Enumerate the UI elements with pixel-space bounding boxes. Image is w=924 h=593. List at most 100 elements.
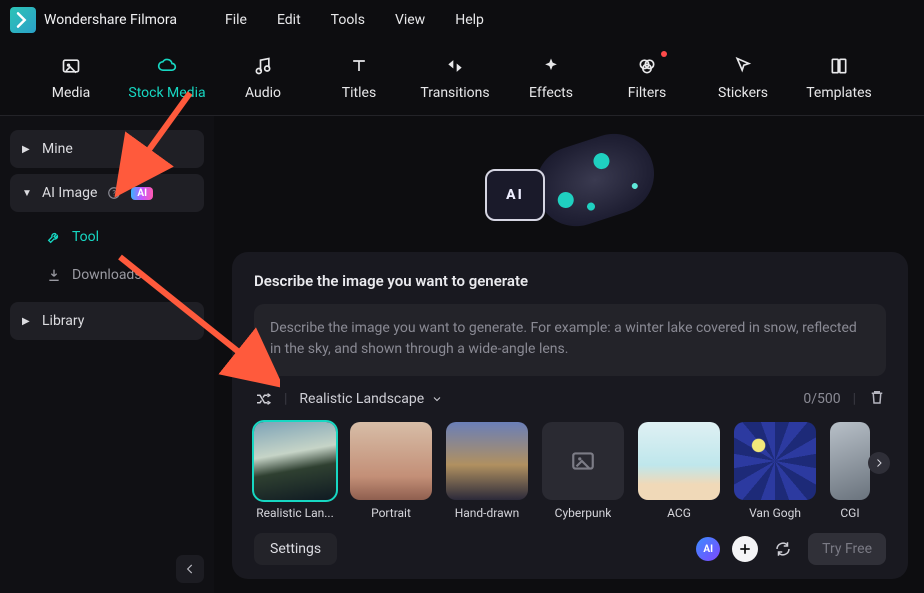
- tab-label: Media: [52, 85, 91, 101]
- tab-transitions[interactable]: Transitions: [414, 55, 496, 101]
- style-thumb: [446, 422, 528, 500]
- style-card-acg[interactable]: ACG: [638, 422, 720, 520]
- sidebar-sub-tool[interactable]: Tool: [10, 218, 204, 256]
- tab-stock-media[interactable]: Stock Media: [126, 55, 208, 101]
- chevron-right-icon: [873, 457, 885, 469]
- refresh-button[interactable]: [770, 536, 796, 562]
- filters-icon: [637, 56, 657, 76]
- style-label: Portrait: [371, 506, 411, 520]
- menu-help[interactable]: Help: [455, 12, 484, 28]
- sidebar-item-label: AI Image: [42, 185, 97, 201]
- tab-stickers[interactable]: Stickers: [702, 55, 784, 101]
- next-styles-button[interactable]: [868, 452, 890, 474]
- menu-file[interactable]: File: [225, 12, 247, 28]
- style-label: Hand-drawn: [455, 506, 520, 520]
- tab-audio[interactable]: Audio: [222, 55, 304, 101]
- menu-edit[interactable]: Edit: [277, 12, 301, 28]
- sidebar-sub-label: Downloads: [72, 267, 142, 283]
- menu-tools[interactable]: Tools: [331, 12, 365, 28]
- style-label: Cyberpunk: [555, 506, 612, 520]
- tab-label: Stickers: [718, 85, 768, 101]
- ai-chip-button[interactable]: AI: [696, 537, 720, 561]
- style-card-cgi[interactable]: CGI: [830, 422, 870, 520]
- tab-titles[interactable]: Titles: [318, 55, 400, 101]
- svg-text:?: ?: [113, 189, 117, 197]
- menubar: File Edit Tools View Help: [225, 12, 484, 28]
- settings-button[interactable]: Settings: [254, 533, 337, 565]
- style-card-hand-drawn[interactable]: Hand-drawn: [446, 422, 528, 520]
- style-selected-label: Realistic Landscape: [299, 391, 424, 407]
- tab-media[interactable]: Media: [30, 55, 112, 101]
- style-label: Realistic Lan...: [256, 506, 334, 520]
- style-row: | Realistic Landscape 0/500 |: [254, 388, 886, 410]
- music-note-icon: [253, 56, 273, 76]
- char-counter: 0/500: [803, 391, 840, 407]
- tab-templates[interactable]: Templates: [798, 55, 880, 101]
- ai-palette-graphic: AI: [485, 135, 655, 245]
- tab-label: Effects: [529, 85, 573, 101]
- tab-label: Filters: [628, 85, 667, 101]
- app-logo-icon: [10, 7, 36, 33]
- templates-icon: [829, 56, 849, 76]
- divider: |: [853, 391, 856, 407]
- sidebar-sub-label: Tool: [72, 229, 99, 245]
- sidebar-item-library[interactable]: ▶ Library: [10, 302, 204, 340]
- sidebar: ▶ Mine ▼ AI Image ? AI Tool Downloads ▶ …: [0, 116, 214, 593]
- tab-label: Templates: [806, 85, 872, 101]
- cloud-icon: [157, 56, 177, 76]
- style-thumb: [350, 422, 432, 500]
- ai-badge: AI: [131, 187, 153, 200]
- style-label: Van Gogh: [749, 506, 801, 520]
- panel-bottom-row: Settings AI Try Free: [254, 533, 886, 565]
- chevron-right-icon: ▶: [22, 144, 32, 155]
- menu-view[interactable]: View: [395, 12, 425, 28]
- shuffle-icon[interactable]: [254, 390, 272, 408]
- palette-icon: [526, 123, 665, 236]
- notification-dot-icon: [661, 51, 667, 57]
- cursor-icon: [733, 56, 753, 76]
- media-icon: [61, 56, 81, 76]
- app-name: Wondershare Filmora: [44, 12, 177, 28]
- divider: |: [284, 391, 287, 407]
- generate-panel: Describe the image you want to generate …: [232, 252, 908, 579]
- style-card-realistic-landscape[interactable]: Realistic Lan...: [254, 422, 336, 520]
- tab-effects[interactable]: Effects: [510, 55, 592, 101]
- text-t-icon: [349, 56, 369, 76]
- transitions-icon: [445, 56, 465, 76]
- help-circle-icon: ?: [107, 186, 121, 200]
- caret-down-icon: [431, 393, 443, 405]
- sidebar-item-ai-image[interactable]: ▼ AI Image ? AI: [10, 174, 204, 212]
- content-area: AI Describe the image you want to genera…: [214, 116, 924, 593]
- download-icon: [46, 267, 62, 283]
- style-card-van-gogh[interactable]: Van Gogh: [734, 422, 816, 520]
- style-dropdown[interactable]: Realistic Landscape: [299, 391, 443, 407]
- ai-card-icon: AI: [485, 169, 545, 221]
- style-thumb: [542, 422, 624, 500]
- prompt-input[interactable]: Describe the image you want to generate.…: [254, 304, 886, 376]
- tab-label: Audio: [245, 85, 281, 101]
- panel-title: Describe the image you want to generate: [254, 272, 886, 290]
- style-card-cyberpunk[interactable]: Cyberpunk: [542, 422, 624, 520]
- chevron-right-icon: ▶: [22, 316, 32, 327]
- style-card-portrait[interactable]: Portrait: [350, 422, 432, 520]
- chevron-left-icon: [183, 562, 197, 576]
- trash-icon: [868, 388, 886, 406]
- style-thumb: [254, 422, 336, 500]
- sidebar-item-mine[interactable]: ▶ Mine: [10, 130, 204, 168]
- collapse-sidebar-button[interactable]: [176, 555, 204, 583]
- style-label: ACG: [667, 506, 691, 520]
- tab-label: Titles: [342, 85, 376, 101]
- add-button[interactable]: [732, 536, 758, 562]
- hero-graphic-area: AI: [232, 128, 908, 252]
- wrench-icon: [46, 229, 62, 245]
- try-free-button[interactable]: Try Free: [808, 533, 886, 565]
- image-placeholder-icon: [570, 448, 596, 474]
- tab-label: Stock Media: [128, 85, 205, 101]
- style-label: CGI: [840, 506, 859, 520]
- sidebar-item-label: Mine: [42, 141, 73, 157]
- chevron-down-icon: ▼: [22, 188, 32, 199]
- sparkle-icon: [541, 56, 561, 76]
- clear-button[interactable]: [868, 388, 886, 410]
- sidebar-sub-downloads[interactable]: Downloads: [10, 256, 204, 294]
- tab-filters[interactable]: Filters: [606, 55, 688, 101]
